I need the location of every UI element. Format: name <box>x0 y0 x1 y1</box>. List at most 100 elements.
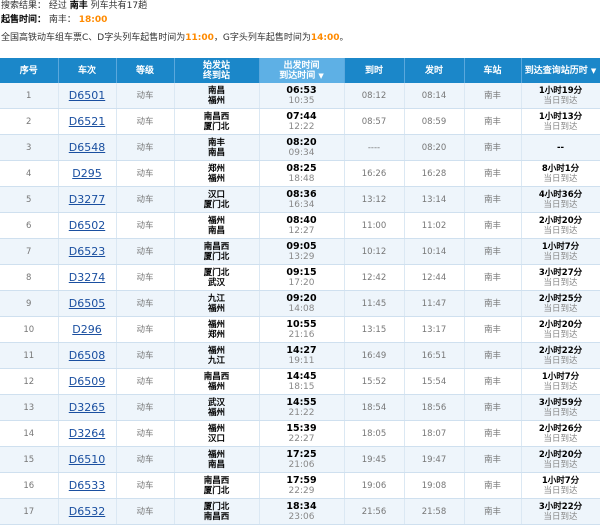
cell-train-link[interactable]: D6548 <box>58 134 117 161</box>
cell-arr-time: 18:48 <box>288 173 315 184</box>
table-row[interactable]: 6 D6502 动车 福州 南昌 08:40 12:27 11:00 11:02 南丰 2小时20分… <box>0 212 600 239</box>
cell-train-link[interactable]: D296 <box>58 316 117 343</box>
cell-grade: 动车 <box>116 368 175 395</box>
table-row[interactable]: 5 D3277 动车 汉口 厦门北 08:36 16:34 13:12 13:14 南丰 4小时36… <box>0 186 600 213</box>
cell-arrive: 08:57 <box>344 108 405 135</box>
table-row[interactable]: 8 D3274 动车 厦门北 武汉 09:15 17:20 12:42 12:44 南丰 3小时27… <box>0 264 600 291</box>
cell-duration-note: 当日到达 <box>543 485 578 496</box>
cell-train-link[interactable]: D6508 <box>58 342 117 369</box>
cell-arrive: ---- <box>344 134 405 161</box>
cell-to: 福州 <box>207 381 225 392</box>
cell-arrive: 15:52 <box>344 368 405 395</box>
table-row[interactable]: 15 D6510 动车 福州 南昌 17:25 21:06 19:45 19:47 南丰 2小时20… <box>0 446 600 473</box>
header-grade[interactable]: 等级 <box>116 58 175 83</box>
cell-to: 南昌西 <box>203 511 230 522</box>
cell-arr-time: 13:29 <box>288 251 315 262</box>
cell-duration: 1小时19分 当日到达 <box>521 83 600 109</box>
table-row[interactable]: 11 D6508 动车 福州 九江 14:27 19:11 16:49 16:51 南丰 2小时22… <box>0 342 600 369</box>
cell-train-link[interactable]: D6501 <box>58 83 117 109</box>
cell-from: 郑州 <box>207 163 225 174</box>
header-duration-label: 到达查询站历时 <box>524 65 588 76</box>
cell-depart: 18:56 <box>404 394 465 421</box>
presale-station: 南丰： <box>48 15 76 25</box>
cell-depart: 13:14 <box>404 186 465 213</box>
header-depart[interactable]: 发时 <box>404 58 465 83</box>
cell-from-to: 九江 福州 <box>174 290 260 317</box>
cell-from: 南昌 <box>207 85 225 96</box>
cell-from: 福州 <box>207 319 225 330</box>
table-row[interactable]: 4 D295 动车 郑州 福州 08:25 18:48 16:26 16:28 南丰 8小时1分 当日… <box>0 160 600 187</box>
cell-train-link[interactable]: D6532 <box>58 498 117 525</box>
table-row[interactable]: 2 D6521 动车 南昌西 厦门北 07:44 12:22 08:57 08:59 南丰 1小时1… <box>0 108 600 135</box>
cell-arrive: 11:00 <box>344 212 405 239</box>
header-seq[interactable]: 序号 <box>0 58 59 83</box>
cell-depart: 16:51 <box>404 342 465 369</box>
cell-train-link[interactable]: D295 <box>58 160 117 187</box>
cell-train-link[interactable]: D3277 <box>58 186 117 213</box>
cell-dep-arr: 07:44 12:22 <box>259 108 345 135</box>
cell-duration-note: 当日到达 <box>543 199 578 210</box>
table-row[interactable]: 1 D6501 动车 南昌 福州 06:53 10:35 08:12 08:14 南丰 1小时19分… <box>0 83 600 109</box>
cell-train-link[interactable]: D6509 <box>58 368 117 395</box>
cell-from-to: 南昌西 福州 <box>174 368 260 395</box>
cell-duration-note: 当日到达 <box>543 329 578 340</box>
header-station[interactable]: 车站 <box>464 58 522 83</box>
cell-train-link[interactable]: D3265 <box>58 394 117 421</box>
cell-train-link[interactable]: D3274 <box>58 264 117 291</box>
cell-arrive: 18:54 <box>344 394 405 421</box>
table-row[interactable]: 10 D296 动车 福州 郑州 10:55 21:16 13:15 13:17 南丰 2小时20分… <box>0 316 600 343</box>
cell-grade: 动车 <box>116 134 175 161</box>
header-from-to[interactable]: 始发站 终到站 <box>174 58 260 83</box>
table-row[interactable]: 14 D3264 动车 福州 汉口 15:39 22:27 18:05 18:07 南丰 2小时26… <box>0 420 600 447</box>
cell-dep-time: 08:36 <box>286 188 317 200</box>
notice-time-2: 14:00 <box>310 33 340 43</box>
header-arrive[interactable]: 到时 <box>344 58 405 83</box>
header-duration[interactable]: 到达查询站历时 ▼ <box>521 58 600 83</box>
cell-duration: 1小时7分 当日到达 <box>521 368 600 395</box>
cell-grade: 动车 <box>116 212 175 239</box>
cell-arrive: 10:12 <box>344 238 405 265</box>
cell-train-link[interactable]: D6502 <box>58 212 117 239</box>
cell-arrive: 16:49 <box>344 342 405 369</box>
cell-from: 南昌西 <box>203 371 230 382</box>
cell-train-link[interactable]: D6510 <box>58 446 117 473</box>
cell-to: 厦门北 <box>203 121 230 132</box>
cell-duration-note: 当日到达 <box>543 381 578 392</box>
table-row[interactable]: 12 D6509 动车 南昌西 福州 14:45 18:15 15:52 15:54 南丰 1小时7… <box>0 368 600 395</box>
search-via-prefix: 经过 <box>48 1 67 11</box>
cell-seq: 1 <box>0 83 59 109</box>
cell-depart: 11:47 <box>404 290 465 317</box>
cell-seq: 17 <box>0 498 59 525</box>
cell-duration-value: 4小时36分 <box>538 189 583 200</box>
cell-from: 九江 <box>207 293 225 304</box>
cell-train-link[interactable]: D6521 <box>58 108 117 135</box>
cell-duration-value: 2小时20分 <box>538 215 583 226</box>
header-dep-arr-time[interactable]: 出发时间 到达时间 ▼ <box>259 58 345 83</box>
header-train[interactable]: 车次 <box>58 58 117 83</box>
cell-station: 南丰 <box>464 290 522 317</box>
cell-duration: -- <box>521 134 600 161</box>
table-row[interactable]: 13 D3265 动车 武汉 福州 14:55 21:22 18:54 18:56 南丰 3小时59… <box>0 394 600 421</box>
table-row[interactable]: 9 D6505 动车 九江 福州 09:20 14:08 11:45 11:47 南丰 2小时25分… <box>0 290 600 317</box>
header-arr: 到达时间 <box>279 70 316 81</box>
cell-duration: 2小时25分 当日到达 <box>521 290 600 317</box>
cell-duration-note: 当日到达 <box>543 511 578 522</box>
cell-grade: 动车 <box>116 160 175 187</box>
cell-station: 南丰 <box>464 160 522 187</box>
header-to: 终到站 <box>202 70 230 81</box>
cell-grade: 动车 <box>116 108 175 135</box>
table-row[interactable]: 17 D6532 动车 厦门北 南昌西 18:34 23:06 21:56 21:58 南丰 3小时… <box>0 498 600 525</box>
table-row[interactable]: 16 D6533 动车 南昌西 厦门北 17:59 22:29 19:06 19:08 南丰 1小时… <box>0 472 600 499</box>
cell-train-link[interactable]: D6533 <box>58 472 117 499</box>
cell-train-link[interactable]: D3264 <box>58 420 117 447</box>
cell-train-link[interactable]: D6505 <box>58 290 117 317</box>
cell-arrive: 11:45 <box>344 290 405 317</box>
cell-to: 福州 <box>207 407 225 418</box>
cell-arrive: 16:26 <box>344 160 405 187</box>
table-row[interactable]: 7 D6523 动车 南昌西 厦门北 09:05 13:29 10:12 10:14 南丰 1小时7… <box>0 238 600 265</box>
cell-train-link[interactable]: D6523 <box>58 238 117 265</box>
cell-to: 南昌 <box>207 459 225 470</box>
cell-station: 南丰 <box>464 446 522 473</box>
cell-station: 南丰 <box>464 342 522 369</box>
table-row[interactable]: 3 D6548 动车 南丰 南昌 08:20 09:34 ---- 08:20 南丰 -- <box>0 134 600 161</box>
